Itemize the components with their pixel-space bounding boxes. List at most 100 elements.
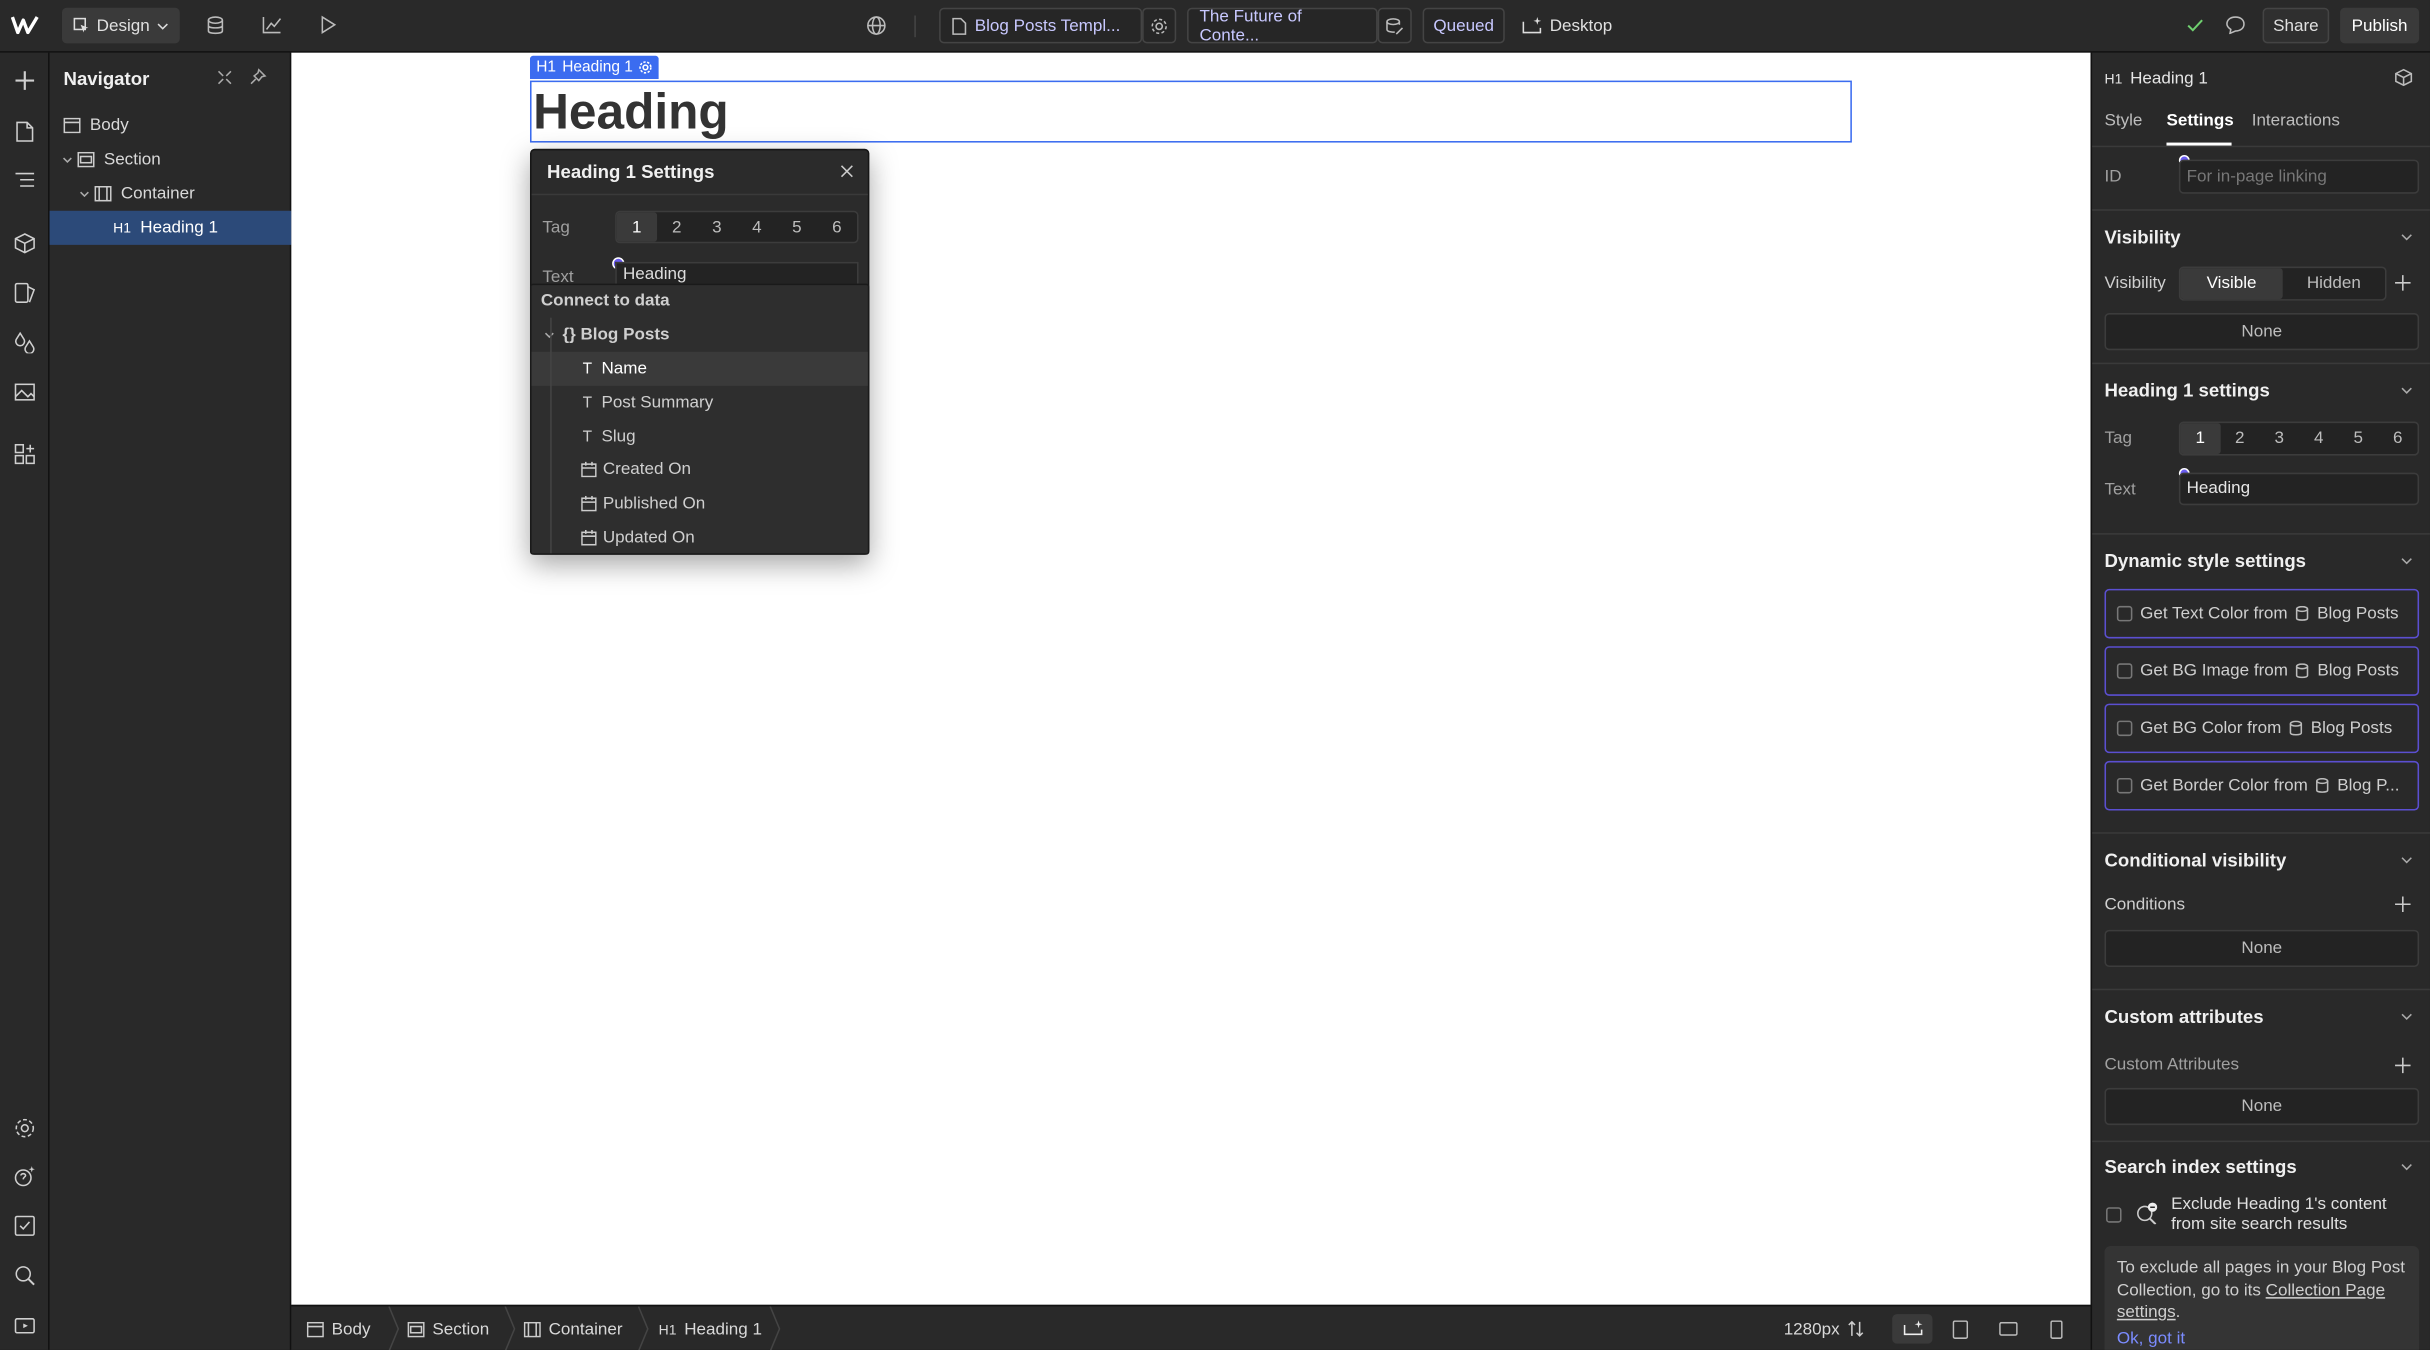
share-button[interactable]: Share bbox=[2262, 7, 2330, 44]
field-option[interactable]: T Post Summary bbox=[532, 386, 868, 420]
tablet-breakpoint-icon[interactable] bbox=[1952, 1320, 1969, 1339]
field-option[interactable]: Created On bbox=[532, 453, 868, 487]
heading-1[interactable]: Heading bbox=[533, 85, 1850, 138]
chevron-down-icon[interactable] bbox=[2400, 384, 2412, 396]
tab-style[interactable]: Style bbox=[2104, 112, 2142, 131]
settings-gear-icon[interactable] bbox=[9, 1113, 40, 1144]
heading-selection-outline[interactable]: Heading bbox=[529, 80, 1852, 143]
tag-option[interactable]: 6 bbox=[2378, 423, 2418, 454]
dynamic-border-color-option[interactable]: Get Border Color from Blog P... bbox=[2104, 760, 2420, 811]
styles-icon[interactable] bbox=[9, 277, 40, 308]
globe-icon[interactable] bbox=[859, 8, 893, 42]
tag-option[interactable]: 1 bbox=[2180, 423, 2220, 455]
checkbox[interactable] bbox=[2116, 720, 2133, 737]
exclude-search-checkbox[interactable] bbox=[2106, 1207, 2122, 1223]
add-elements-icon[interactable] bbox=[9, 65, 40, 96]
plus-icon[interactable] bbox=[2394, 1057, 2411, 1074]
text-input[interactable]: Heading bbox=[2178, 472, 2420, 506]
tab-settings[interactable]: Settings bbox=[2166, 112, 2233, 131]
search-icon[interactable] bbox=[9, 1260, 40, 1291]
video-tutorial-icon[interactable] bbox=[9, 1309, 40, 1340]
tab-interactions[interactable]: Interactions bbox=[2252, 112, 2340, 131]
components-icon[interactable] bbox=[9, 228, 40, 259]
nav-item-section[interactable]: Section bbox=[50, 143, 292, 177]
field-option[interactable]: Published On bbox=[532, 487, 868, 521]
nav-item-container[interactable]: Container bbox=[50, 177, 292, 211]
collection-group-blog-posts[interactable]: {} Blog Posts bbox=[532, 318, 868, 352]
hidden-option[interactable]: Hidden bbox=[2283, 268, 2385, 299]
item-settings-button[interactable] bbox=[1377, 7, 1412, 44]
chevron-down-icon[interactable] bbox=[79, 188, 90, 199]
variables-drops-icon[interactable] bbox=[9, 327, 40, 358]
close-icon[interactable] bbox=[840, 164, 854, 178]
gear-icon[interactable] bbox=[639, 60, 653, 74]
mobile-landscape-icon[interactable] bbox=[1999, 1321, 2018, 1336]
search-index-section-title[interactable]: Search index settings bbox=[2104, 1156, 2296, 1178]
chevron-down-icon[interactable] bbox=[62, 154, 73, 165]
chevron-down-icon[interactable] bbox=[2400, 1010, 2412, 1022]
dynamic-style-section-title[interactable]: Dynamic style settings bbox=[2104, 550, 2306, 572]
custom-attributes-section-title[interactable]: Custom attributes bbox=[2104, 1006, 2263, 1028]
visible-option[interactable]: Visible bbox=[2180, 268, 2283, 300]
breakpoint-selector[interactable]: Desktop bbox=[1522, 8, 1612, 44]
conditions-box[interactable]: None bbox=[2104, 929, 2420, 968]
tag-option[interactable]: 6 bbox=[817, 212, 857, 241]
publish-button[interactable]: Publish bbox=[2340, 7, 2420, 44]
breadcrumb-heading-1[interactable]: H1 Heading 1 bbox=[659, 1306, 762, 1350]
dynamic-text-color-option[interactable]: Get Text Color from Blog Posts bbox=[2104, 588, 2420, 639]
checkbox[interactable] bbox=[2116, 663, 2133, 679]
tag-option[interactable]: 5 bbox=[2338, 423, 2378, 454]
pages-icon[interactable] bbox=[9, 116, 40, 147]
tag-option[interactable]: 2 bbox=[2220, 423, 2260, 454]
breadcrumb-section[interactable]: Section bbox=[407, 1306, 489, 1350]
audit-checklist-icon[interactable] bbox=[9, 1210, 40, 1241]
id-input[interactable]: For in-page linking bbox=[2178, 159, 2420, 194]
field-option[interactable]: T Slug bbox=[532, 420, 868, 454]
desktop-breakpoint-icon[interactable] bbox=[1892, 1314, 1933, 1344]
ok-got-it-link[interactable]: Ok, got it bbox=[2117, 1330, 2185, 1349]
preview-play-icon[interactable] bbox=[310, 8, 344, 42]
plus-icon[interactable] bbox=[2394, 274, 2411, 291]
navigator-icon[interactable] bbox=[9, 164, 40, 195]
visibility-section-title[interactable]: Visibility bbox=[2104, 226, 2180, 248]
tag-option[interactable]: 1 bbox=[616, 212, 657, 242]
component-icon[interactable] bbox=[2394, 68, 2413, 87]
conditional-visibility-section-title[interactable]: Conditional visibility bbox=[2104, 849, 2286, 871]
dynamic-bg-color-option[interactable]: Get BG Color from Blog Posts bbox=[2104, 703, 2420, 754]
tag-option[interactable]: 5 bbox=[777, 212, 817, 241]
tag-option[interactable]: 2 bbox=[657, 212, 697, 241]
help-ai-icon[interactable] bbox=[9, 1161, 40, 1192]
mobile-portrait-icon[interactable] bbox=[2050, 1320, 2063, 1339]
text-input[interactable]: Heading bbox=[615, 261, 859, 284]
chevron-down-icon[interactable] bbox=[2400, 231, 2412, 243]
mode-dropdown[interactable]: Design bbox=[61, 7, 180, 44]
dynamic-bg-image-option[interactable]: Get BG Image from Blog Posts bbox=[2104, 646, 2420, 696]
field-option[interactable]: T Name bbox=[531, 351, 868, 386]
field-option[interactable]: Updated On bbox=[532, 521, 868, 555]
queued-status-badge[interactable]: Queued bbox=[1422, 7, 1505, 44]
chevron-down-icon[interactable] bbox=[2400, 1161, 2412, 1173]
analytics-icon[interactable] bbox=[254, 8, 288, 42]
visibility-conditions-box[interactable]: None bbox=[2104, 313, 2420, 351]
chevron-down-icon[interactable] bbox=[2400, 555, 2412, 567]
selection-label-badge[interactable]: H1 Heading 1 bbox=[529, 55, 660, 80]
nav-item-body[interactable]: Body bbox=[50, 108, 292, 142]
assets-image-icon[interactable] bbox=[9, 377, 40, 408]
breadcrumb-body[interactable]: Body bbox=[306, 1306, 370, 1350]
tag-option[interactable]: 4 bbox=[737, 212, 777, 241]
nav-item-heading-1[interactable]: H1 Heading 1 bbox=[49, 210, 292, 245]
cms-database-icon[interactable] bbox=[198, 8, 232, 42]
checkbox[interactable] bbox=[2116, 777, 2133, 794]
collapse-icon[interactable] bbox=[217, 70, 232, 85]
heading-settings-section-title[interactable]: Heading 1 settings bbox=[2104, 380, 2269, 402]
chevron-down-icon[interactable] bbox=[2400, 854, 2412, 866]
tag-option[interactable]: 3 bbox=[2259, 423, 2299, 454]
plus-icon[interactable] bbox=[2394, 896, 2411, 913]
checkbox[interactable] bbox=[2116, 605, 2133, 622]
pin-icon[interactable] bbox=[250, 68, 267, 85]
webflow-logo-icon[interactable] bbox=[8, 8, 42, 42]
page-settings-button[interactable] bbox=[1142, 7, 1177, 44]
tag-option[interactable]: 4 bbox=[2299, 423, 2339, 454]
apps-icon[interactable] bbox=[9, 439, 40, 470]
canvas-width-readout[interactable]: 1280px bbox=[1784, 1306, 1865, 1350]
